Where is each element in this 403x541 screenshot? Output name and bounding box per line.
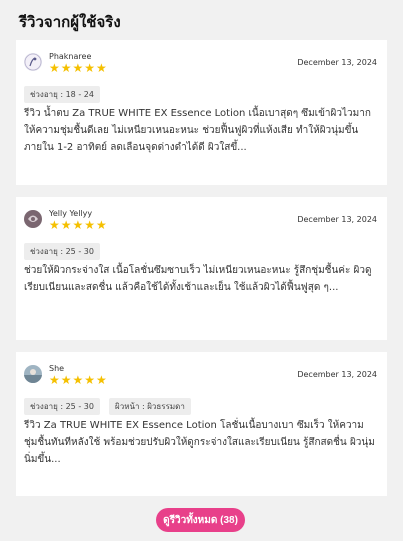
review-text: รีวิว Za TRUE WHITE EX Essence Lotion โล… <box>24 420 375 465</box>
star-rating: ★★★★★ <box>49 61 108 75</box>
review-date: December 13, 2024 <box>297 370 377 379</box>
review-card: She ★★★★★ December 13, 2024 ช่วงอายุ : 2… <box>16 352 387 496</box>
review-text: รีวิว น้ำตบ Za TRUE WHITE EX Essence Lot… <box>24 108 371 153</box>
user-avatar-icon <box>24 210 42 228</box>
star-rating: ★★★★★ <box>49 218 108 232</box>
review-header: Yelly Yellyy ★★★★★ December 13, 2024 <box>24 209 377 235</box>
user-avatar-icon <box>24 53 42 71</box>
page-title: รีวิวจากผู้ใช้จริง <box>19 13 121 31</box>
reviewer-name: She <box>49 364 65 373</box>
age-tag: ช่วงอายุ : 18 - 24 <box>24 86 100 103</box>
review-text: ช่วยให้ผิวกระจ่างใส เนื้อโลชั่นซึมซาบเร็… <box>24 265 372 293</box>
user-avatar-icon <box>24 365 42 383</box>
review-tags: ช่วงอายุ : 25 - 30 <box>24 239 377 260</box>
review-header: Phaknaree ★★★★★ December 13, 2024 <box>24 52 377 78</box>
age-tag: ช่วงอายุ : 25 - 30 <box>24 398 100 415</box>
review-header: She ★★★★★ December 13, 2024 <box>24 364 377 390</box>
review-date: December 13, 2024 <box>297 58 377 67</box>
star-rating: ★★★★★ <box>49 373 108 387</box>
review-tags: ช่วงอายุ : 18 - 24 <box>24 82 377 103</box>
reviewer-name: Yelly Yellyy <box>49 209 93 218</box>
age-tag: ช่วงอายุ : 25 - 30 <box>24 243 100 260</box>
skin-type-tag: ผิวหน้า : ผิวธรรมดา <box>109 398 191 415</box>
see-all-reviews-button[interactable]: ดูรีวิวทั้งหมด (38) <box>156 508 245 532</box>
review-card: Phaknaree ★★★★★ December 13, 2024 ช่วงอา… <box>16 40 387 185</box>
review-date: December 13, 2024 <box>297 215 377 224</box>
review-card: Yelly Yellyy ★★★★★ December 13, 2024 ช่ว… <box>16 197 387 340</box>
reviewer-name: Phaknaree <box>49 52 92 61</box>
review-tags: ช่วงอายุ : 25 - 30 ผิวหน้า : ผิวธรรมดา <box>24 394 377 415</box>
